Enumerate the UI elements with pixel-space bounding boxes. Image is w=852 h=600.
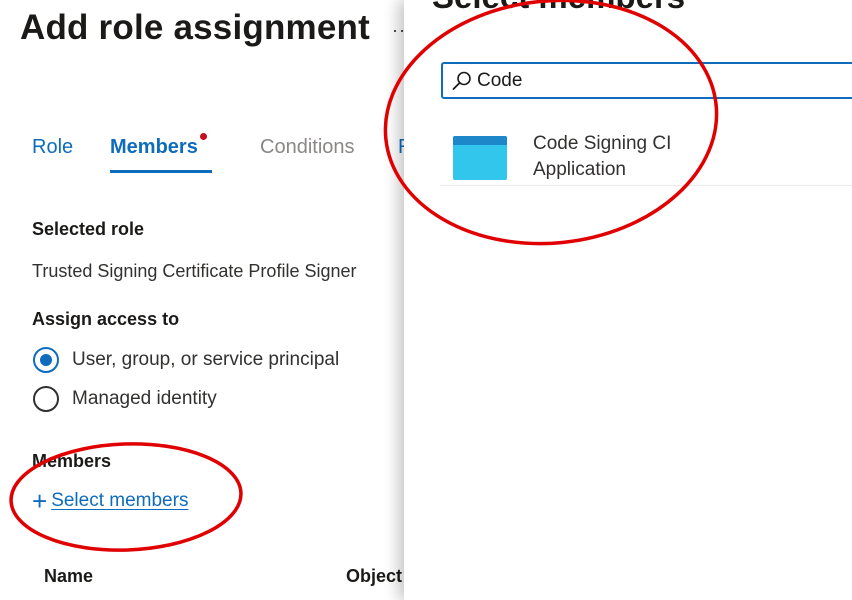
radio-user-group-sp[interactable]: User, group, or service principal [33, 347, 339, 373]
plus-icon: + [32, 486, 48, 516]
result-item-name: Code Signing CI [533, 133, 672, 154]
column-header-object[interactable]: Object [346, 566, 402, 587]
tab-conditions-label: Conditions [260, 136, 355, 158]
result-item-label: Code Signing CI Application [533, 131, 703, 183]
radio-unchecked-icon[interactable] [33, 386, 59, 412]
select-members-label: Select members [51, 490, 189, 511]
search-box[interactable] [441, 62, 852, 99]
radio-user-group-sp-label: User, group, or service principal [72, 349, 340, 370]
radio-managed-identity-label: Managed identity [72, 388, 217, 409]
selected-role-value: Trusted Signing Certificate Profile Sign… [32, 261, 357, 281]
tab-members[interactable]: Members [110, 133, 212, 173]
members-heading: Members [32, 451, 112, 471]
tab-role-label: Role [32, 136, 74, 158]
tab-role[interactable]: Role [32, 136, 73, 159]
assign-access-heading: Assign access to [32, 309, 180, 329]
screen: Add role assignment ··· Role Members Con… [0, 0, 852, 600]
error-dot-icon [199, 133, 207, 140]
tab-conditions: Conditions [260, 136, 355, 159]
active-tab-indicator [110, 170, 212, 173]
page-title: Add role assignment [20, 8, 370, 47]
selected-role-heading: Selected role [32, 219, 145, 239]
app-registration-icon [453, 136, 507, 180]
panel-title: Select members [432, 0, 685, 16]
search-input[interactable] [477, 68, 852, 94]
result-item[interactable]: Code Signing CI Application [440, 124, 852, 186]
result-item-type: Application [533, 159, 626, 180]
column-header-name[interactable]: Name [44, 566, 93, 587]
radio-managed-identity[interactable]: Managed identity [33, 386, 217, 412]
search-icon [452, 71, 471, 90]
radio-checked-icon[interactable] [33, 347, 59, 373]
select-members-link[interactable]: + Select members [32, 486, 189, 516]
tab-members-label: Members [110, 136, 198, 158]
select-members-panel: Select members Code Signing CI Applicati… [404, 0, 852, 600]
